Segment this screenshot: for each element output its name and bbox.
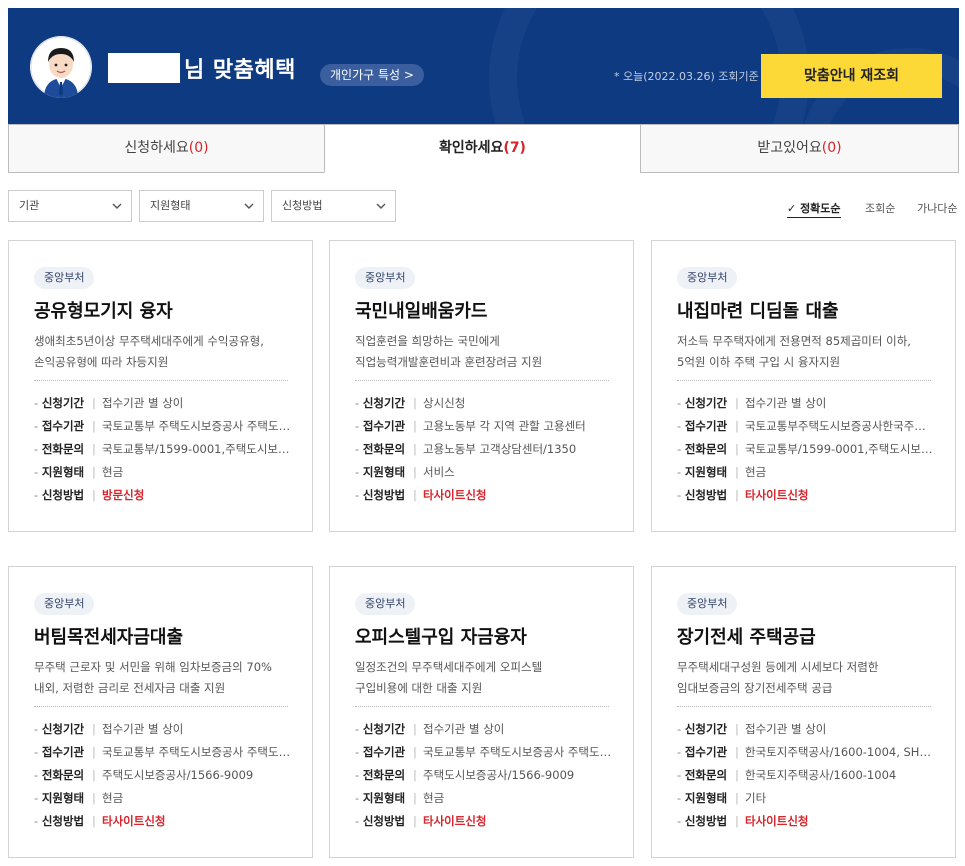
- tab-label: 받고있어요: [757, 140, 822, 156]
- card-details: 신청기간|접수기관 별 상이 접수기관|국토교통부 주택도시보증공사 주택도시기…: [34, 392, 296, 507]
- agency-badge: 중앙부처: [34, 593, 95, 615]
- card-title[interactable]: 국민내일배움카드: [355, 297, 487, 323]
- card-title[interactable]: 버팀목전세자금대출: [34, 623, 183, 649]
- apply-method: 타사이트신청: [745, 488, 809, 502]
- benefit-card[interactable]: 중앙부처 버팀목전세자금대출 무주택 근로자 및 서민을 위해 임차보증금의 7…: [8, 566, 313, 858]
- phone-inquiry: 주택도시보증공사/1566-9009: [423, 768, 575, 782]
- check-icon: ✓: [787, 202, 797, 215]
- chevron-down-icon: [376, 203, 386, 209]
- avatar: [30, 36, 92, 98]
- card-description: 직업훈련을 희망하는 국민에게 직업능력개발훈련비과 훈련장려금 지원: [355, 334, 543, 369]
- agency-badge: 중앙부처: [355, 593, 416, 615]
- receiving-agency: 국토교통부 주택도시보증공사 주택도시기금: [102, 745, 292, 759]
- phone-inquiry: 주택도시보증공사/1566-9009: [102, 768, 254, 782]
- apply-period: 접수기관 별 상이: [102, 396, 184, 410]
- apply-period: 접수기관 별 상이: [745, 722, 827, 736]
- agency-badge: 중앙부처: [34, 267, 95, 289]
- phone-inquiry: 국토교통부/1599-0001,주택도시보증공사/1566-9009: [745, 442, 935, 456]
- receiving-agency: 고용노동부 각 지역 관할 고용센터: [423, 419, 586, 433]
- receiving-agency: 국토교통부 주택도시보증공사 주택도시기금: [423, 745, 613, 759]
- tab-check[interactable]: 확인하세요(7): [324, 124, 641, 173]
- tab-apply[interactable]: 신청하세요(0): [8, 124, 325, 173]
- agency-badge: 중앙부처: [677, 593, 738, 615]
- card-description: 일정조건의 무주택세대주에게 오피스텔 구입비용에 대한 대출 지원: [355, 660, 543, 695]
- support-type: 기타: [745, 791, 767, 805]
- sort-views[interactable]: 조회순: [865, 200, 895, 216]
- agency-badge: 중앙부처: [355, 267, 416, 289]
- tab-receiving[interactable]: 받고있어요(0): [640, 124, 959, 173]
- tab-label: 확인하세요: [439, 140, 504, 156]
- card-details: 신청기간|접수기관 별 상이 접수기관|국토교통부 주택도시보증공사 주택도시기…: [34, 718, 296, 833]
- card-details: 신청기간|접수기관 별 상이 접수기관|국토교통부주택도시보증공사한국주택금융공…: [677, 392, 939, 507]
- card-title[interactable]: 장기전세 주택공급: [677, 623, 816, 649]
- divider: [677, 380, 931, 381]
- apply-period: 상시신청: [423, 396, 466, 410]
- apply-method: 타사이트신청: [423, 488, 487, 502]
- card-description: 저소득 무주택자에게 전용면적 85제곱미터 이하, 5억원 이하 주택 구입 시…: [677, 334, 911, 369]
- sort-alphabetical[interactable]: 가나다순: [917, 200, 957, 216]
- divider: [355, 380, 609, 381]
- card-description: 무주택세대구성원 등에게 시세보다 저렴한 임대보증금의 장기전세주택 공급: [677, 660, 879, 695]
- benefit-tabs: 신청하세요(0) 확인하세요(7) 받고있어요(0): [8, 124, 959, 173]
- apply-period: 접수기관 별 상이: [745, 396, 827, 410]
- divider: [355, 706, 609, 707]
- user-avatar-icon: [30, 36, 92, 98]
- filter-agency-select[interactable]: 기관: [8, 190, 132, 222]
- receiving-agency: 국토교통부주택도시보증공사한국주택금융공사: [745, 419, 935, 433]
- card-description: 생애최초5년이상 무주택세대주에게 수익공유형, 손익공유형에 따라 차등지원: [34, 334, 264, 369]
- page-title: 님 맞춤혜택: [184, 58, 296, 83]
- filter-label: 지원형태: [150, 199, 191, 212]
- support-type: 서비스: [423, 465, 455, 479]
- receiving-agency: 국토교통부 주택도시보증공사 주택도시기금: [102, 419, 292, 433]
- benefit-card[interactable]: 중앙부처 내집마련 디딤돌 대출 저소득 무주택자에게 전용면적 85제곱미터 …: [651, 240, 956, 532]
- re-query-button[interactable]: 맞춤안내 재조회: [761, 54, 942, 98]
- filter-support-type-select[interactable]: 지원형태: [139, 190, 264, 222]
- benefit-card[interactable]: 중앙부처 공유형모기지 융자 생애최초5년이상 무주택세대주에게 수익공유형, 손…: [8, 240, 313, 532]
- sort-label: 정확도순: [800, 202, 841, 215]
- tab-count: (0): [188, 140, 209, 156]
- support-type: 현금: [102, 465, 124, 479]
- filter-label: 신청방법: [282, 199, 323, 212]
- card-details: 신청기간|접수기관 별 상이 접수기관|국토교통부 주택도시보증공사 주택도시기…: [355, 718, 617, 833]
- phone-inquiry: 한국토지주택공사/1600-1004: [745, 768, 897, 782]
- divider: [34, 380, 288, 381]
- card-details: 신청기간|접수기관 별 상이 접수기관|한국토지주택공사/1600-1004, …: [677, 718, 939, 833]
- card-description: 무주택 근로자 및 서민을 위해 임차보증금의 70% 내외, 저렴한 금리로 전…: [34, 660, 272, 695]
- apply-method: 타사이트신청: [102, 814, 166, 828]
- phone-inquiry: 고용노동부 고객상담센터/1350: [423, 442, 577, 456]
- apply-period: 접수기관 별 상이: [423, 722, 505, 736]
- apply-method: 방문신청: [102, 488, 145, 502]
- filter-apply-method-select[interactable]: 신청방법: [271, 190, 396, 222]
- tab-label: 신청하세요: [124, 140, 189, 156]
- benefit-card[interactable]: 중앙부처 장기전세 주택공급 무주택세대구성원 등에게 시세보다 저렴한 임대보증…: [651, 566, 956, 858]
- tab-count: (7): [503, 140, 526, 156]
- chevron-down-icon: [244, 203, 254, 209]
- support-type: 현금: [745, 465, 767, 479]
- chevron-down-icon: [112, 203, 122, 209]
- benefit-banner: 님 맞춤혜택 개인가구 특성 > * 오늘(2022.03.26) 조회기준 맞…: [8, 8, 959, 124]
- card-title[interactable]: 오피스텔구입 자금융자: [355, 623, 527, 649]
- apply-method: 타사이트신청: [745, 814, 809, 828]
- tab-count: (0): [821, 140, 842, 156]
- divider: [677, 706, 931, 707]
- benefit-card[interactable]: 중앙부처 오피스텔구입 자금융자 일정조건의 무주택세대주에게 오피스텔 구입비용…: [329, 566, 634, 858]
- receiving-agency: 한국토지주택공사/1600-1004, SH공사/1600-3456: [745, 745, 935, 759]
- apply-period: 접수기관 별 상이: [102, 722, 184, 736]
- card-title[interactable]: 내집마련 디딤돌 대출: [677, 297, 839, 323]
- query-date-note: * 오늘(2022.03.26) 조회기준: [614, 70, 759, 83]
- household-trait-button[interactable]: 개인가구 특성 >: [320, 64, 424, 86]
- benefit-card[interactable]: 중앙부처 국민내일배움카드 직업훈련을 희망하는 국민에게 직업능력개발훈련비과 …: [329, 240, 634, 532]
- sort-accuracy[interactable]: ✓ 정확도순: [787, 200, 841, 218]
- support-type: 현금: [102, 791, 124, 805]
- masked-user-name: [108, 53, 180, 83]
- apply-method: 타사이트신청: [423, 814, 487, 828]
- divider: [34, 706, 288, 707]
- card-title[interactable]: 공유형모기지 융자: [34, 297, 173, 323]
- filter-label: 기관: [19, 199, 40, 212]
- card-details: 신청기간|상시신청 접수기관|고용노동부 각 지역 관할 고용센터 전화문의|고…: [355, 392, 617, 507]
- phone-inquiry: 국토교통부/1599-0001,주택도시보증공사/1566-9009: [102, 442, 292, 456]
- support-type: 현금: [423, 791, 445, 805]
- agency-badge: 중앙부처: [677, 267, 738, 289]
